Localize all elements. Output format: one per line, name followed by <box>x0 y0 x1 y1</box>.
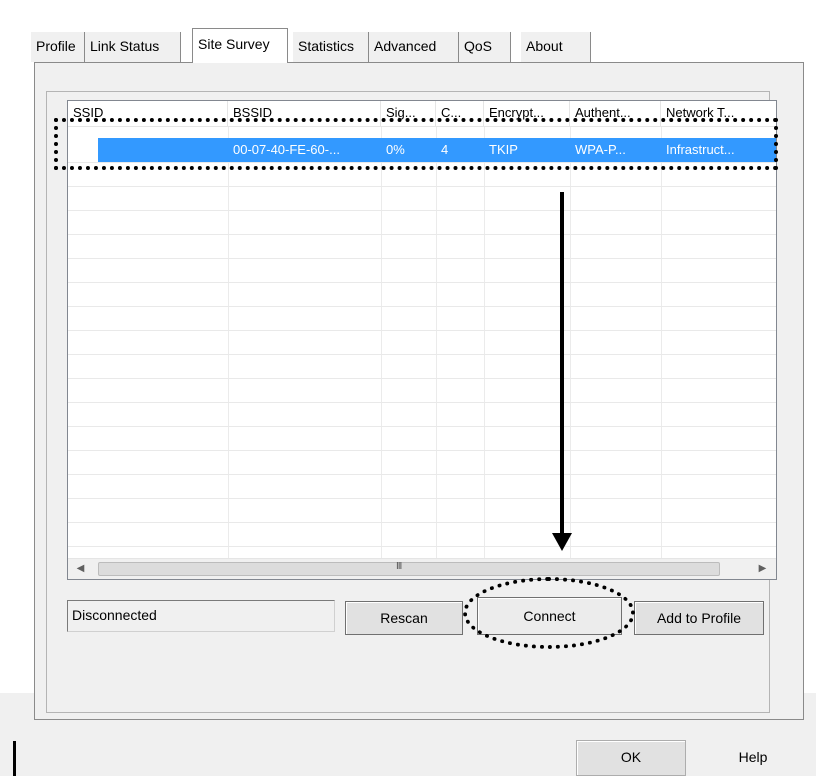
cell-encryption: TKIP <box>484 138 570 162</box>
grid-line <box>68 354 776 355</box>
cell-bssid: 00-07-40-FE-60-... <box>228 138 381 162</box>
grid-line <box>570 127 571 559</box>
cell-authentication: WPA-P... <box>570 138 661 162</box>
grid-line <box>68 234 776 235</box>
grid-line <box>68 474 776 475</box>
grid-line <box>68 306 776 307</box>
grid-line <box>68 162 776 163</box>
connect-button[interactable]: Connect <box>477 597 622 635</box>
grid-line <box>68 450 776 451</box>
grid-line <box>68 402 776 403</box>
connection-status: Disconnected <box>67 600 335 632</box>
column-header-bssid[interactable]: BSSID <box>228 101 381 127</box>
grid-line <box>68 258 776 259</box>
help-button[interactable]: Help <box>698 740 808 776</box>
cell-signal: 0% <box>381 138 436 162</box>
rescan-button[interactable]: Rescan <box>345 601 463 635</box>
grid-line <box>68 186 776 187</box>
tab-qos[interactable]: QoS <box>459 32 511 62</box>
table-row[interactable]: 00-07-40-FE-60-... 0% 4 TKIP WPA-P... In… <box>68 138 776 162</box>
grid-line <box>68 546 776 547</box>
grid-line <box>68 522 776 523</box>
site-survey-dialog: Profile Link Status Site Survey Statisti… <box>0 0 816 776</box>
arrow-head-icon <box>552 533 572 551</box>
tab-statistics[interactable]: Statistics <box>293 32 369 62</box>
tab-advanced[interactable]: Advanced <box>369 32 459 62</box>
cell-network-type: Infrastruct... <box>661 138 776 162</box>
cell-ssid <box>68 138 228 162</box>
text-cursor-icon <box>13 741 16 776</box>
scrollbar-grip: III <box>396 561 402 572</box>
horizontal-scrollbar[interactable]: ◀ III ▶ <box>68 558 776 579</box>
cell-channel: 4 <box>436 138 484 162</box>
column-header-signal[interactable]: Sig... <box>381 101 436 127</box>
tab-about[interactable]: About <box>521 32 591 62</box>
scroll-right-icon[interactable]: ▶ <box>752 559 773 579</box>
list-header: SSID BSSID Sig... C... Encrypt... Authen… <box>68 101 776 127</box>
column-header-ssid[interactable]: SSID <box>68 101 228 127</box>
grid-line <box>436 127 437 559</box>
grid-line <box>68 330 776 331</box>
add-to-profile-button[interactable]: Add to Profile <box>634 601 764 635</box>
grid-line <box>484 127 485 559</box>
grid-line <box>68 210 776 211</box>
column-header-encryption[interactable]: Encrypt... <box>484 101 570 127</box>
grid-line <box>381 127 382 559</box>
tab-profile[interactable]: Profile <box>31 32 85 62</box>
grid-line <box>68 282 776 283</box>
column-header-channel[interactable]: C... <box>436 101 484 127</box>
ok-button[interactable]: OK <box>576 740 686 776</box>
tab-link-status[interactable]: Link Status <box>85 32 181 62</box>
scrollbar-thumb[interactable]: III <box>98 561 720 576</box>
scroll-left-icon[interactable]: ◀ <box>70 559 91 579</box>
grid-line <box>661 127 662 559</box>
down-arrow-icon <box>560 192 564 534</box>
network-list[interactable]: SSID BSSID Sig... C... Encrypt... Authen… <box>67 100 777 580</box>
grid-line <box>228 127 229 559</box>
grid-line <box>68 378 776 379</box>
column-header-network-type[interactable]: Network T... <box>661 101 776 127</box>
grid-line <box>68 426 776 427</box>
column-header-authentication[interactable]: Authent... <box>570 101 661 127</box>
tab-site-survey[interactable]: Site Survey <box>192 28 288 63</box>
grid-line <box>68 498 776 499</box>
